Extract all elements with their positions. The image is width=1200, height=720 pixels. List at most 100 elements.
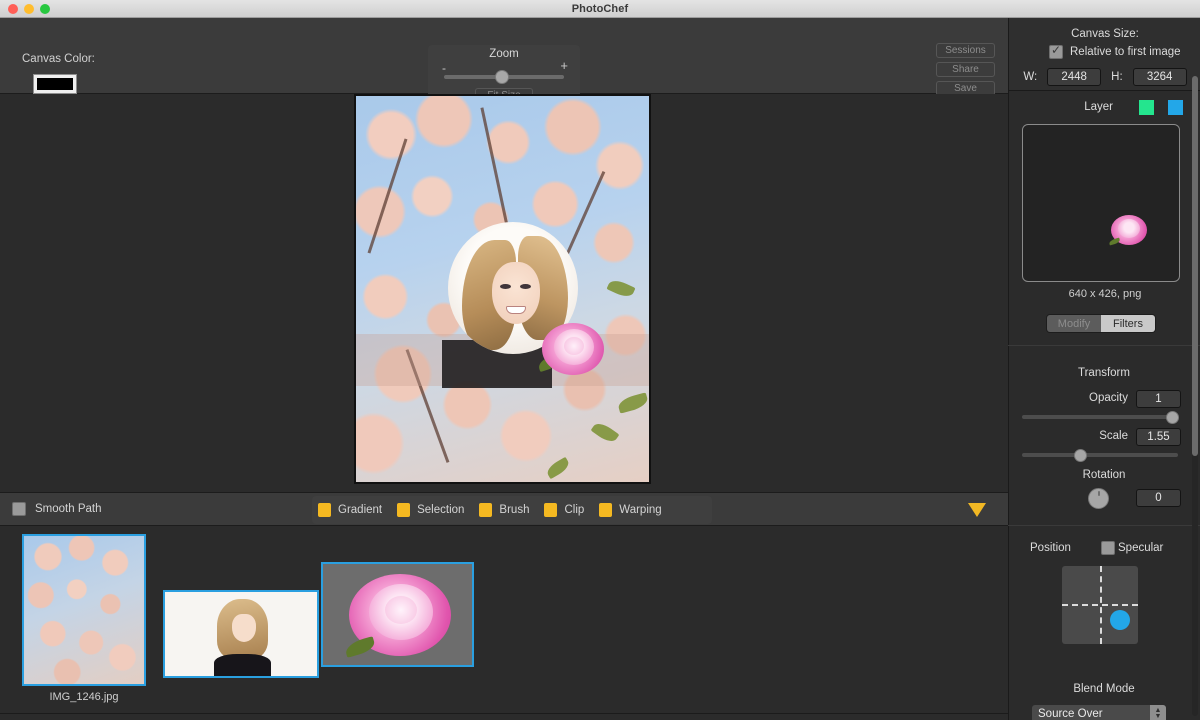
width-input[interactable]: 2448 <box>1047 68 1102 86</box>
modify-filters-segmented-control[interactable]: Modify Filters <box>1046 314 1156 333</box>
height-input[interactable]: 3264 <box>1132 68 1187 86</box>
relative-checkbox[interactable] <box>1049 43 1063 59</box>
layer-label: Layer <box>1084 101 1113 113</box>
width-label: W: <box>1023 71 1038 83</box>
layer-row: Layer <box>1009 96 1200 118</box>
rotation-input[interactable]: 0 <box>1136 489 1181 507</box>
thumbnail-flower-preview <box>323 564 472 665</box>
window-controls <box>8 4 50 14</box>
specular-checkbox[interactable] <box>1101 541 1115 555</box>
thumbnail-body <box>213 654 272 676</box>
zoom-in-icon[interactable]: + <box>560 59 568 72</box>
tool-swatch-group: Gradient Selection Brush Clip Warping <box>312 496 712 524</box>
opacity-input[interactable]: 1 <box>1136 390 1181 408</box>
selection-swatch-icon[interactable] <box>397 503 411 517</box>
rotation-dial[interactable] <box>1088 488 1109 509</box>
top-toolbar: Canvas Color: Zoom - + Fit Size Sessions… <box>0 18 1008 105</box>
smooth-path-control[interactable]: Smooth Path <box>12 502 101 516</box>
position-handle[interactable] <box>1110 610 1130 630</box>
layer-preview-flower-leaf <box>1108 237 1121 246</box>
panel-scrollbar-thumb[interactable] <box>1192 76 1198 456</box>
sessions-button[interactable]: Sessions <box>936 43 995 58</box>
list-item[interactable]: IMG_3567.JPG <box>163 590 319 720</box>
window-title: PhotoChef <box>571 2 629 15</box>
blend-mode-select[interactable]: Source Over ▲ ▼ <box>1032 705 1166 720</box>
chevron-updown-icon[interactable]: ▲ ▼ <box>1150 705 1166 720</box>
layer-preview-flower <box>1108 215 1147 249</box>
chevron-down-icon[interactable] <box>968 503 986 517</box>
title-bar: PhotoChef <box>0 0 1200 18</box>
clip-swatch-icon[interactable] <box>544 503 558 517</box>
transform-section-title: Transform <box>1078 367 1130 379</box>
warping-swatch-icon[interactable] <box>599 503 613 517</box>
tool-brush-label: Brush <box>499 504 530 516</box>
canvas-dimensions-row: W: 2448 H: 3264 <box>1009 68 1200 86</box>
layer-preview[interactable] <box>1022 124 1180 282</box>
tab-filters[interactable]: Filters <box>1101 315 1155 332</box>
tool-warping[interactable]: Warping <box>599 503 662 517</box>
divider <box>1008 345 1200 346</box>
scale-label: Scale <box>1099 430 1128 442</box>
brush-swatch-icon[interactable] <box>479 503 493 517</box>
tool-gradient-label: Gradient <box>338 504 383 516</box>
face-skin <box>492 262 540 324</box>
zoom-out-icon[interactable]: - <box>442 62 446 74</box>
scale-input[interactable]: 1.55 <box>1136 428 1181 446</box>
tool-selection-label: Selection <box>417 504 465 516</box>
divider <box>1008 525 1200 526</box>
thumbnail-flower-leaf <box>343 636 377 658</box>
zoom-button-icon[interactable] <box>40 4 50 14</box>
specular-label: Specular <box>1118 542 1164 554</box>
scale-slider-track[interactable] <box>1022 453 1178 457</box>
thumbnail-image[interactable] <box>321 562 474 667</box>
thumbnail-portrait-preview <box>165 592 317 676</box>
tool-warping-label: Warping <box>619 504 662 516</box>
thumbnail-image[interactable] <box>22 534 146 686</box>
smooth-path-checkbox[interactable] <box>12 502 26 516</box>
scale-slider-knob[interactable] <box>1074 449 1087 462</box>
position-pad-horizontal-guide <box>1062 604 1138 606</box>
layer-swatch-green-icon[interactable] <box>1139 99 1154 115</box>
list-item[interactable]: pentecost-2383140_640.png <box>321 562 474 667</box>
tool-gradient[interactable]: Gradient <box>318 503 382 517</box>
tab-modify[interactable]: Modify <box>1047 315 1101 332</box>
list-item[interactable]: IMG_1246.jpg <box>22 534 146 703</box>
opacity-slider-knob[interactable] <box>1166 411 1179 424</box>
layer-dimensions-text: 640 x 426, png <box>1068 288 1142 300</box>
zoom-label: Zoom <box>489 48 519 60</box>
flower-layer[interactable] <box>536 311 611 381</box>
thumbnail-strip[interactable]: IMG_1246.jpg IMG_3567.JPG <box>0 526 1008 714</box>
mouth <box>506 306 526 314</box>
layer-preview-flower-inner <box>1118 219 1140 238</box>
height-label: H: <box>1111 71 1123 83</box>
close-button-icon[interactable] <box>8 4 18 14</box>
gradient-swatch-icon[interactable] <box>318 503 331 517</box>
smooth-path-label: Smooth Path <box>35 503 102 515</box>
opacity-slider-track[interactable] <box>1022 415 1178 419</box>
position-pad[interactable] <box>1062 566 1138 644</box>
blend-mode-label: Blend Mode <box>1073 683 1135 695</box>
thumbnail-image[interactable] <box>163 590 319 678</box>
artboard[interactable] <box>354 94 651 484</box>
tool-clip-label: Clip <box>564 504 585 516</box>
canvas-color-swatch[interactable] <box>33 74 77 94</box>
top-right-buttons: Sessions Share Save <box>936 43 995 96</box>
tool-clip[interactable]: Clip <box>544 503 584 517</box>
tool-selection[interactable]: Selection <box>397 503 464 517</box>
canvas-color-fill <box>37 78 73 90</box>
eye-left <box>500 284 511 289</box>
minimize-button-icon[interactable] <box>24 4 34 14</box>
tool-brush[interactable]: Brush <box>479 503 529 517</box>
thumbnail-cherry-preview <box>24 536 144 684</box>
photochef-window: PhotoChef Canvas Color: Zoom - + Fit Siz… <box>0 0 1200 720</box>
rotation-label: Rotation <box>1082 469 1126 481</box>
opacity-label: Opacity <box>1089 392 1128 404</box>
canvas-area[interactable] <box>0 94 1008 492</box>
share-button[interactable]: Share <box>936 62 995 77</box>
canvas-color-label: Canvas Color: <box>22 53 95 65</box>
canvas-size-section: Canvas Size: Relative to first image W: … <box>1009 18 1200 91</box>
relative-to-first-image-control[interactable]: Relative to first image <box>1049 43 1181 59</box>
zoom-slider-knob[interactable] <box>495 70 509 84</box>
eye-right <box>520 284 531 289</box>
layer-swatch-blue-icon[interactable] <box>1168 99 1183 115</box>
